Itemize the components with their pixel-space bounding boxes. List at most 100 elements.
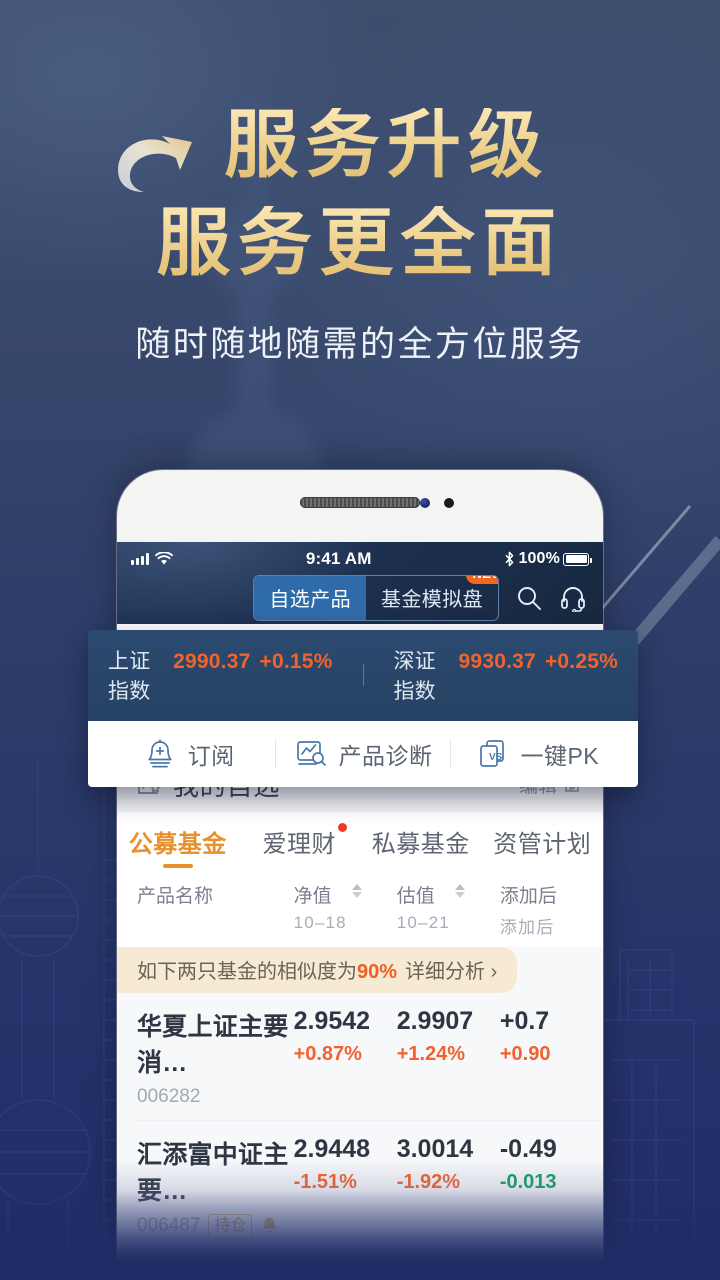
table-row[interactable]: 兴全300 163407 1.5312 +0.28% 09–18 1.5312 … [117,1252,603,1280]
category-label: 爱理财 [262,831,336,858]
product-code: 006487 [137,1215,201,1237]
notification-dot-icon [337,823,347,832]
similarity-detail-link[interactable]: 详细分析 › [405,961,497,983]
row-since-added: +0.7 +0.90 [500,1007,603,1066]
column-product-name: 产品名称 [137,886,214,907]
svg-text:VS: VS [489,752,503,763]
index-value: 9930.37 [458,650,536,673]
nav-change: -1.51% [293,1171,357,1193]
status-bar: 9:41 AM 100% [117,542,603,576]
table-row[interactable]: 华夏上证主要消… 006282 2.9542 +0.87% 2.9907 +1.… [117,993,603,1121]
estimate-change: +1.24% [396,1043,466,1065]
since-added-change: +0.90 [499,1043,551,1065]
action-product-diagnosis[interactable]: 产品诊断 [276,737,449,771]
earpiece-speaker [300,497,420,508]
market-index-bar[interactable]: 上证指数 2990.37 +0.15% 深证指数 9930.37 +0.25% [88,630,638,721]
action-label: 订阅 [187,743,235,769]
new-badge: NEW [465,576,499,584]
since-added-change: -0.013 [499,1171,557,1193]
action-label: 一键PK [520,743,600,769]
bell-plus-icon [148,739,172,768]
app-header: 9:41 AM 100% 自选产品 基金模拟盘 NEW [117,542,603,624]
phone-top-bezel [117,470,603,542]
signal-bars-icon [131,553,149,565]
similarity-prefix: 如下两只基金的相似度为 [137,961,357,983]
index-change: +0.25% [544,650,619,673]
floating-summary-card: 上证指数 2990.37 +0.15% 深证指数 9930.37 +0.25% … [88,630,638,787]
row-product: 汇添富中证主要… 006487 持仓 [137,1135,294,1239]
product-name: 汇添富中证主要… [137,1141,289,1205]
estimate-value: 2.9907 [396,1007,474,1035]
row-product: 兴全300 163407 [137,1266,294,1280]
action-subscribe[interactable]: 订阅 [102,737,275,771]
row-estimate: 3.0014 -1.92% [397,1135,500,1194]
nav-value: 2.9542 [293,1007,371,1035]
table-header: 产品名称 净值 10–18 估值 10–21 添加后 添加后 [117,870,603,947]
swoosh-arrow-icon [118,136,192,192]
row-since-added: -0.49 -0.013 [500,1135,603,1194]
category-tab-asset-plan[interactable]: 资管计划 [482,824,604,870]
index-value: 2990.37 [173,650,251,673]
similarity-value: 90% [357,961,398,983]
product-name: 华夏上证主要消… [137,1013,289,1077]
row-nav: 2.9542 +0.87% [294,1007,397,1066]
category-tabs[interactable]: 公募基金 爱理财 私募基金 资管计划 [117,812,603,870]
quick-action-row: 订阅 产品诊断 VS 一键PK [88,721,638,787]
category-tab-public-fund[interactable]: 公募基金 [117,824,239,870]
headset-icon[interactable] [559,584,587,612]
estimate-value: 3.0014 [396,1135,474,1163]
index-name: 深证指数 [393,650,436,703]
category-tab-private-fund[interactable]: 私募基金 [360,824,482,870]
row-product: 华夏上证主要消… 006282 [137,1007,294,1108]
phone-mockup: 9:41 AM 100% 自选产品 基金模拟盘 NEW [117,470,603,1280]
since-added-value: +0.7 [499,1007,550,1035]
bluetooth-icon [505,551,514,567]
app-nav-row: 自选产品 基金模拟盘 NEW [117,575,603,624]
column-estimate[interactable]: 估值 10–21 [397,881,500,933]
sort-arrows-icon[interactable] [454,884,465,898]
search-icon[interactable] [515,584,543,612]
action-one-click-pk[interactable]: VS 一键PK [451,737,624,771]
category-tab-ailicai[interactable]: 爱理财 [239,823,361,870]
status-bar-time: 9:41 AM [305,549,372,568]
index-name: 上证指数 [108,650,151,703]
since-added-value: +189 [499,1265,557,1280]
row-nav: 2.9448 -1.51% [294,1135,397,1194]
since-added-value: -0.49 [499,1135,557,1163]
hero-subtitle: 随时随地随需的全方位服务 [135,325,585,364]
battery-percent: 100% [518,550,560,567]
estimate-change: -1.92% [396,1171,461,1193]
action-label: 产品诊断 [338,743,433,769]
index-item-shanghai[interactable]: 上证指数 2990.37 +0.15% [108,645,333,705]
product-code: 006282 [137,1086,201,1107]
row-nav: 1.5312 +0.28% 09–18 [294,1266,397,1280]
row-estimate: 1.5312 +0.28% [397,1266,500,1280]
column-nav-date: 10–18 [293,913,347,932]
hero-headline-2: 服务更全面 [0,206,720,280]
table-row[interactable]: 汇添富中证主要… 006487 持仓 2.9448 -1.51% 3.0014 … [117,1121,603,1252]
sort-arrows-icon[interactable] [351,884,362,898]
holding-badge: 持仓 [208,1214,253,1239]
column-nav[interactable]: 净值 10–18 [294,881,397,933]
front-camera [444,498,454,508]
index-change: +0.15% [259,650,333,673]
nav-change: +0.87% [293,1043,362,1065]
nav-value: 2.9448 [293,1135,371,1163]
category-label: 公募基金 [128,831,227,858]
wifi-icon [155,552,173,565]
chart-search-icon [296,741,326,766]
battery-full-icon [563,552,592,566]
nav-value: 1.5312 [293,1265,371,1280]
segmented-tabs[interactable]: 自选产品 基金模拟盘 NEW [253,575,499,621]
proximity-sensor [420,498,430,508]
category-label: 资管计划 [493,831,592,858]
similarity-banner-wrap: 如下两只基金的相似度为90% 详细分析 › [117,947,603,993]
bell-alert-icon[interactable] [260,1216,279,1236]
hero-section: 服务升级 服务更全面 随时随地随需的全方位服务 [0,108,720,367]
index-item-shenzhen[interactable]: 深证指数 9930.37 +0.25% [393,645,618,705]
similarity-banner[interactable]: 如下两只基金的相似度为90% 详细分析 › [117,947,518,993]
column-since-added: 添加后 添加后 [499,886,557,937]
vs-cards-icon: VS [479,740,504,767]
tab-self-selected-products[interactable]: 自选产品 [254,576,366,620]
row-since-added: +189 +0.28 [500,1266,603,1280]
